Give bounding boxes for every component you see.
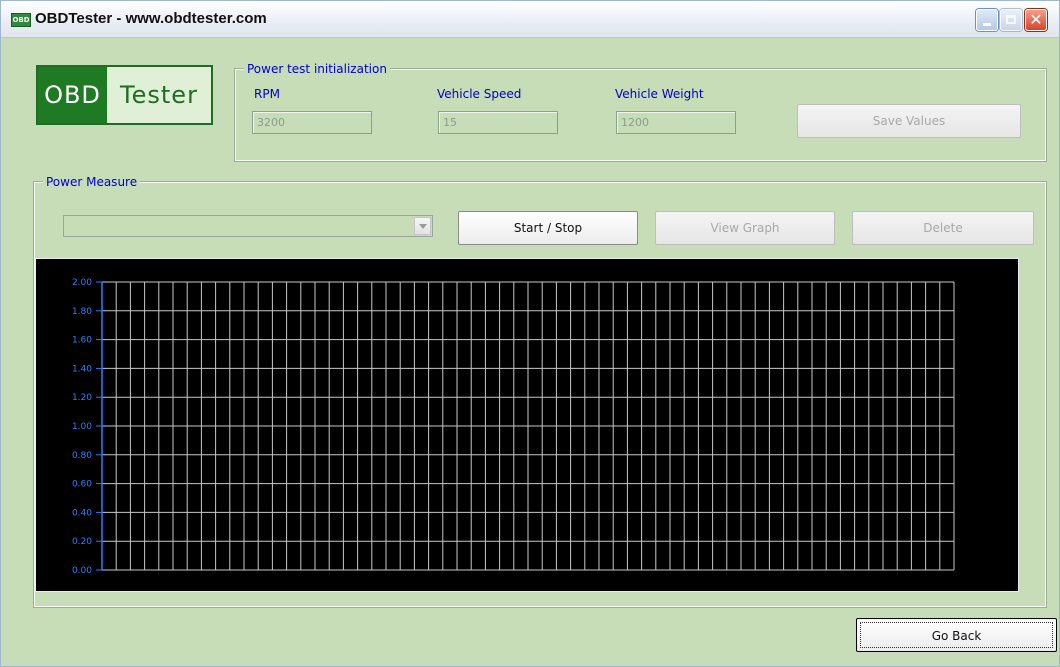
vehicle-speed-label: Vehicle Speed [437,87,522,101]
power-measure-legend: Power Measure [43,175,141,189]
obdtester-logo: OBD Tester [36,65,213,125]
y-tick-label: 1.00 [72,422,92,432]
y-tick-label: 1.80 [72,307,92,317]
y-tick-label: 0.00 [72,566,92,576]
power-graph-svg: 0.00 0.20 0.40 0.60 0.80 1.00 1.20 1.40 1.60 1.80… [72,278,955,576]
vehicle-weight-label: Vehicle Weight [615,87,704,101]
y-tick-label: 1.20 [72,393,92,403]
measurement-dropdown[interactable] [63,215,433,237]
rpm-label: RPM [254,87,280,101]
y-tick-label: 0.80 [72,451,92,461]
rpm-field[interactable]: 3200 [252,111,372,134]
maximize-icon [1006,15,1016,24]
minimize-button[interactable] [976,9,998,31]
start-stop-button[interactable]: Start / Stop [458,211,638,245]
minimize-icon [983,23,991,26]
view-graph-button[interactable]: View Graph [655,211,835,245]
app-window: OBD OBDTester - www.obdtester.com ✕ OBD … [0,0,1060,667]
y-tick-label: 0.40 [72,508,92,518]
y-tick-label: 1.40 [72,364,92,374]
power-graph: 0.00 0.20 0.40 0.60 0.80 1.00 1.20 1.40 1.60 1.80… [35,258,1019,592]
logo-right-text: Tester [120,81,198,109]
y-tick-label: 2.00 [72,278,92,288]
dropdown-arrow-icon[interactable] [414,217,431,235]
window-title: OBDTester - www.obdtester.com [35,10,267,27]
title-bar[interactable]: OBD OBDTester - www.obdtester.com ✕ [1,1,1059,38]
maximize-button[interactable] [1000,9,1022,31]
go-back-button[interactable]: Go Back [856,618,1057,652]
close-button[interactable]: ✕ [1025,9,1047,31]
save-values-button[interactable]: Save Values [797,104,1021,138]
vehicle-speed-field[interactable]: 15 [438,111,558,134]
close-icon: ✕ [1029,10,1043,29]
y-tick-label: 0.20 [72,537,92,547]
y-tick-label: 1.60 [72,336,92,346]
y-tick-label: 0.60 [72,480,92,490]
delete-button[interactable]: Delete [852,211,1034,245]
power-test-initialization-legend: Power test initialization [244,62,390,76]
go-back-label: Go Back [860,622,1053,648]
vehicle-weight-field[interactable]: 1200 [616,111,736,134]
app-icon: OBD [11,13,31,27]
logo-left-text: OBD [38,67,107,123]
